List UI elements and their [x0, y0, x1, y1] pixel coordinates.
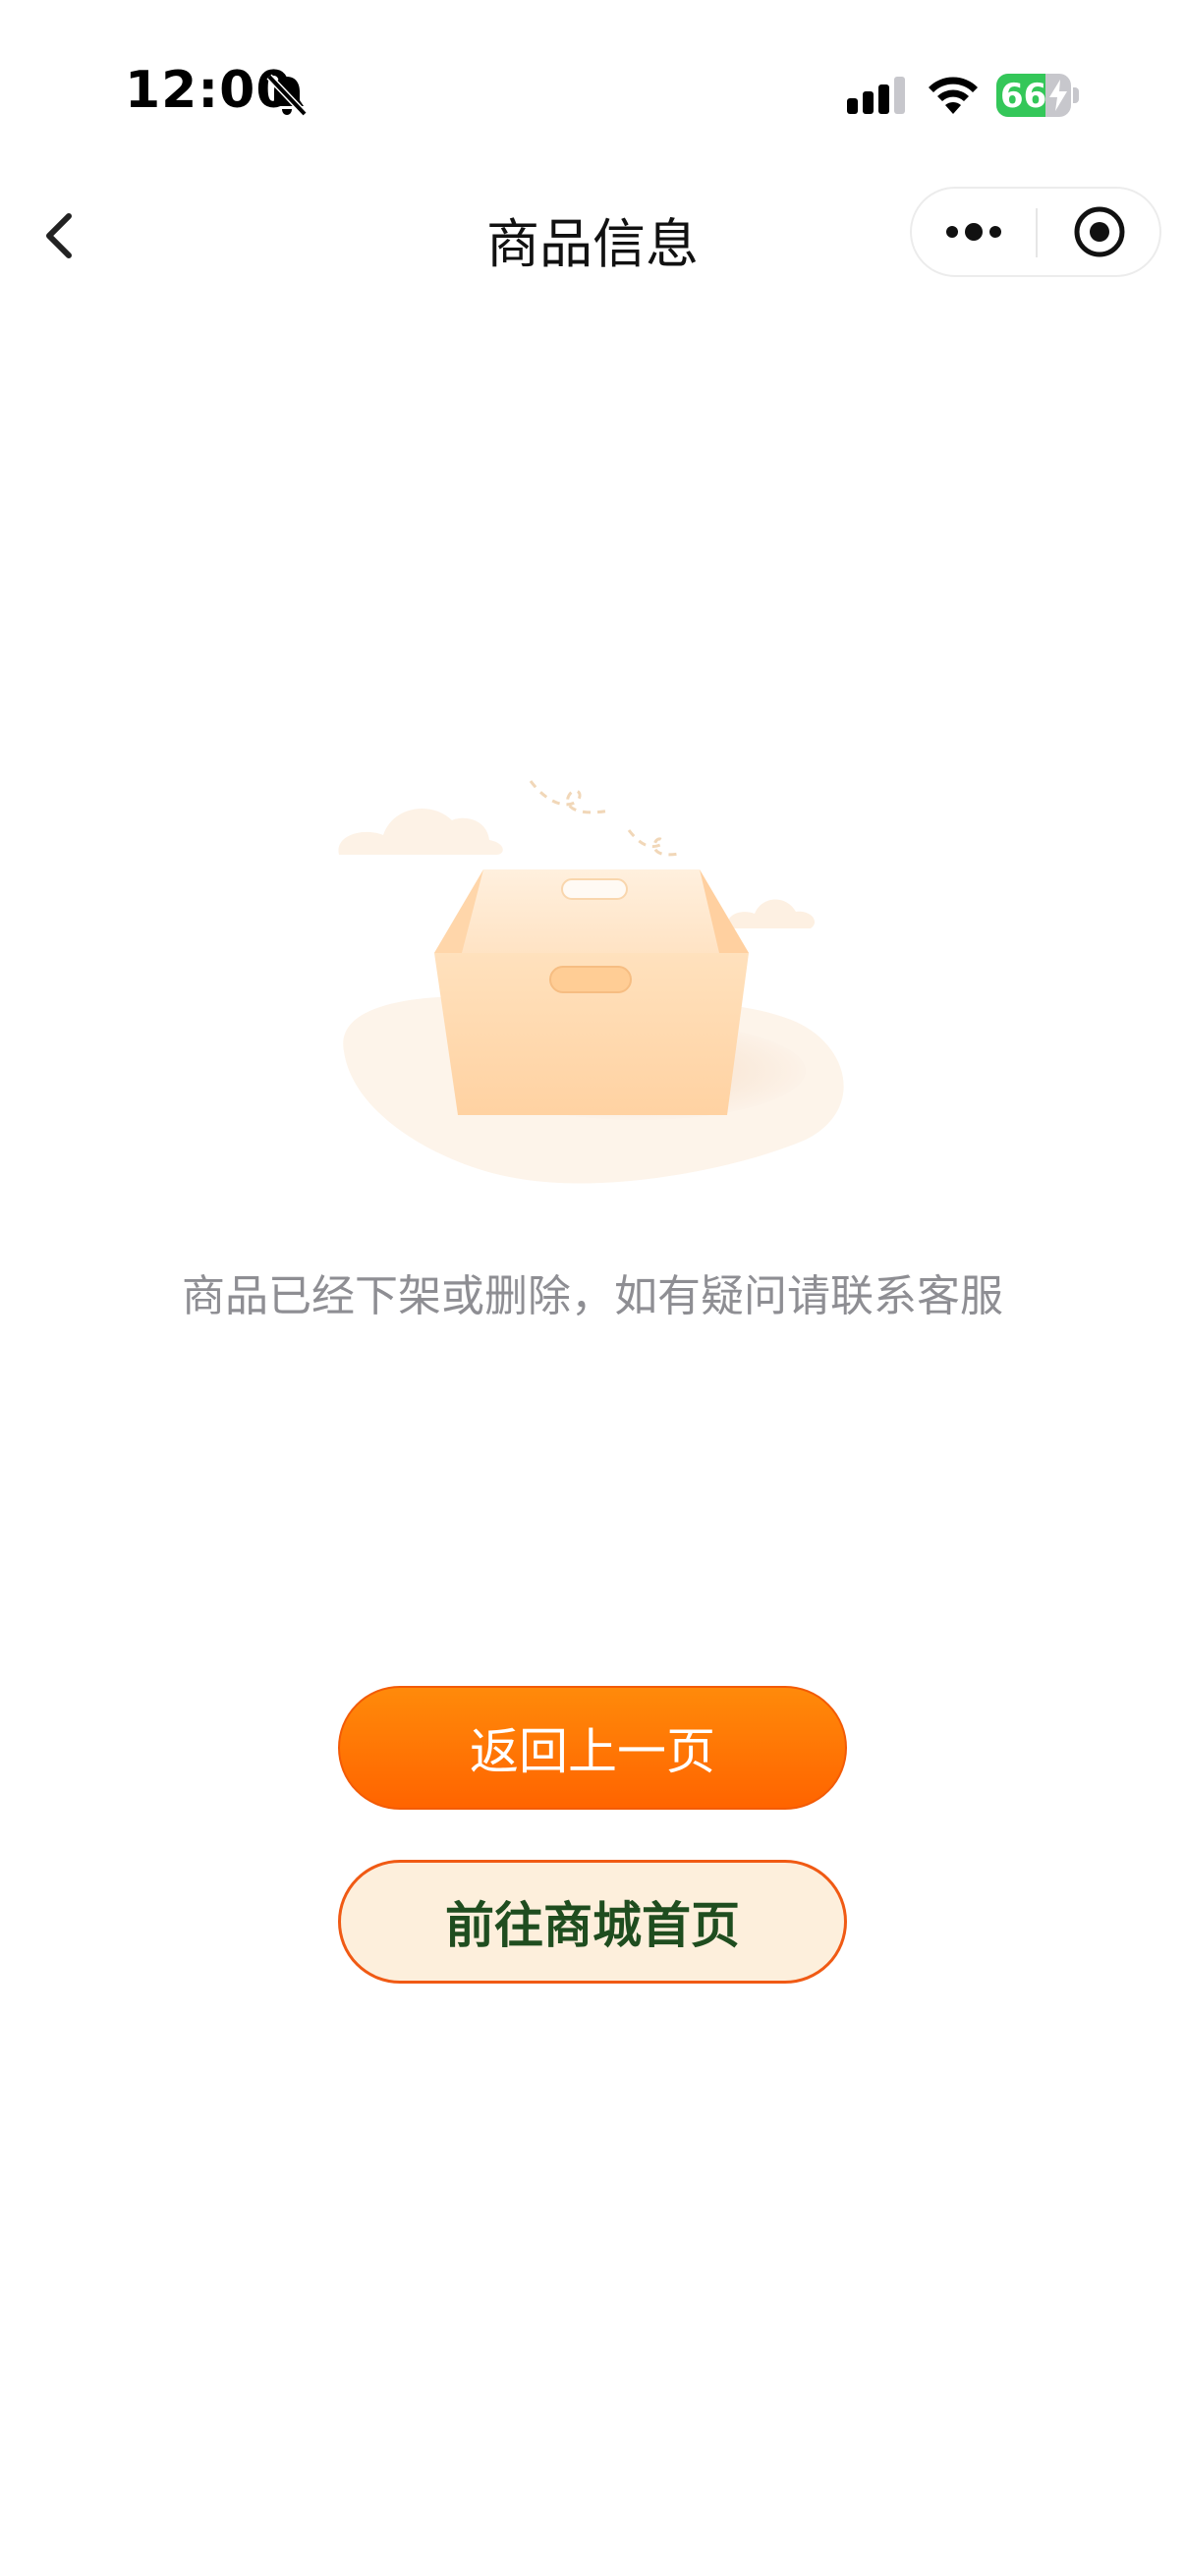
status-bar: 12:00 66 — [0, 0, 1185, 187]
close-mini-program-button[interactable] — [1038, 189, 1161, 275]
mini-program-capsule — [910, 187, 1161, 277]
go-back-button[interactable]: 返回上一页 — [338, 1686, 847, 1810]
more-dots-icon — [946, 223, 1001, 241]
more-button[interactable] — [912, 189, 1036, 275]
battery-percent: 66 — [1000, 77, 1047, 116]
go-to-mall-home-button[interactable]: 前往商城首页 — [338, 1860, 847, 1984]
target-close-icon — [1074, 206, 1125, 257]
battery-tip — [1073, 87, 1079, 103]
battery-icon: 66 — [996, 74, 1071, 117]
empty-state-message: 商品已经下架或删除，如有疑问请联系客服 — [182, 1271, 1003, 1321]
navigation-bar: 商品信息 — [0, 187, 1185, 277]
battery-indicator: 66 — [996, 74, 1079, 117]
wifi-icon — [929, 77, 978, 114]
charging-bolt-icon — [1049, 80, 1067, 111]
empty-box-illustration — [338, 780, 844, 1184]
bell-muted-icon — [266, 74, 308, 117]
signal-icon — [847, 77, 905, 114]
